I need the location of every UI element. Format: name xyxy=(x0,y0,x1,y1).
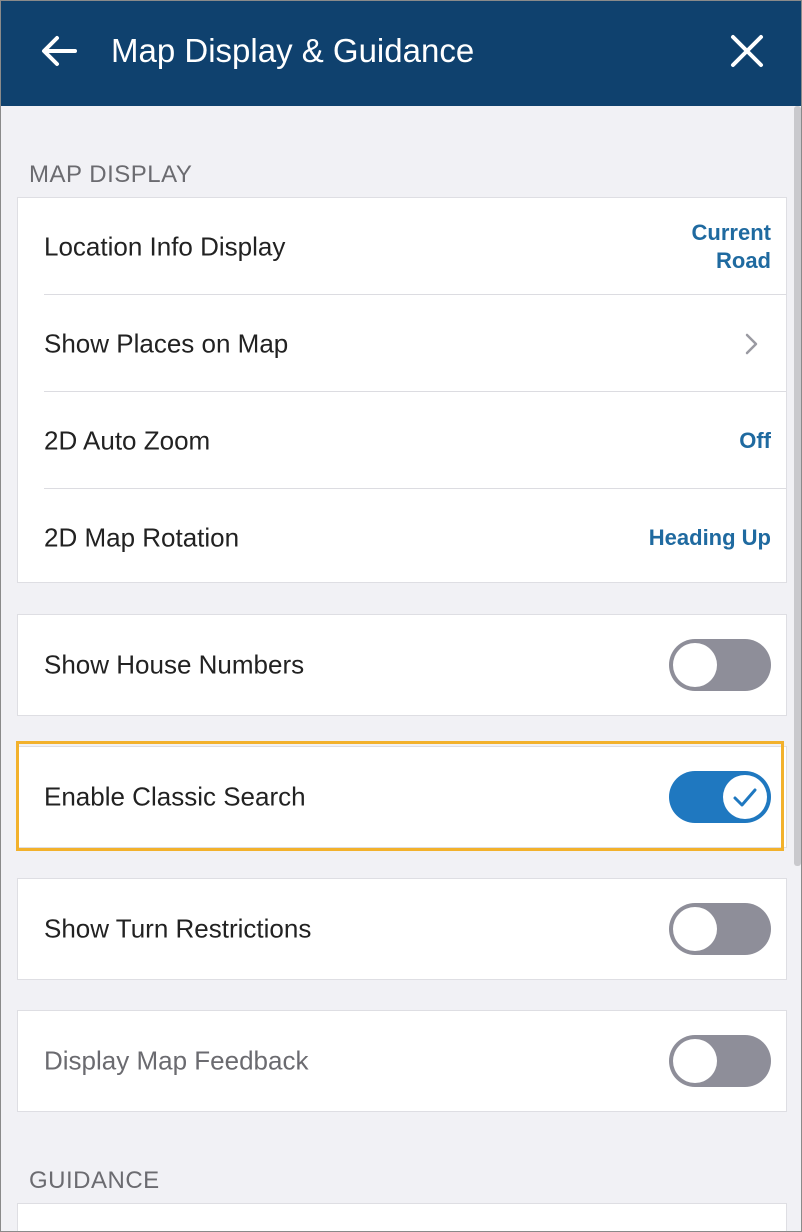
toggle-card-display-map-feedback: Display Map Feedback xyxy=(17,1010,787,1112)
toggle-card-show-house-numbers: Show House Numbers xyxy=(17,614,787,716)
row-value: Heading Up xyxy=(648,524,771,550)
toggle-knob xyxy=(673,1039,717,1083)
row-value: Current Road xyxy=(691,219,771,273)
section-label-map-display: MAP DISPLAY xyxy=(29,161,193,188)
row-label: 2D Map Rotation xyxy=(44,522,240,552)
row-label: Location Info Display xyxy=(44,231,286,261)
close-icon[interactable] xyxy=(725,29,769,73)
toggle-card-show-turn-restrictions: Show Turn Restrictions xyxy=(17,878,787,980)
guidance-card xyxy=(17,1203,787,1231)
turn-restrictions-toggle[interactable] xyxy=(669,903,771,955)
section-label-guidance: GUIDANCE xyxy=(29,1167,160,1194)
chevron-right-icon xyxy=(745,333,758,354)
row-show-places-on-map[interactable]: Show Places on Map xyxy=(18,295,786,392)
row-2d-auto-zoom[interactable]: 2D Auto Zoom Off xyxy=(18,392,786,489)
map-display-card: Location Info Display Current Road Show … xyxy=(17,197,787,583)
row-value: Off xyxy=(739,427,771,453)
page-title: Map Display & Guidance xyxy=(111,32,475,69)
row-label: Show Places on Map xyxy=(44,328,289,358)
row-2d-map-rotation[interactable]: 2D Map Rotation Heading Up xyxy=(18,489,786,586)
toggle-label: Show Turn Restrictions xyxy=(44,913,312,944)
app-header: Map Display & Guidance xyxy=(1,1,801,106)
toggle-knob xyxy=(673,643,717,687)
row-label: 2D Auto Zoom xyxy=(44,425,211,455)
scrollbar[interactable] xyxy=(794,106,801,866)
highlight-box xyxy=(16,741,784,851)
app-frame: Map Display & Guidance MAP DISPLAY Locat… xyxy=(0,0,802,1232)
map-feedback-toggle[interactable] xyxy=(669,1035,771,1087)
toggle-label: Display Map Feedback xyxy=(44,1045,309,1076)
toggle-knob xyxy=(673,907,717,951)
toggle-label: Show House Numbers xyxy=(44,649,305,680)
row-location-info-display[interactable]: Location Info Display Current Road xyxy=(18,198,786,295)
back-arrow-icon[interactable] xyxy=(37,29,81,73)
house-numbers-toggle[interactable] xyxy=(669,639,771,691)
